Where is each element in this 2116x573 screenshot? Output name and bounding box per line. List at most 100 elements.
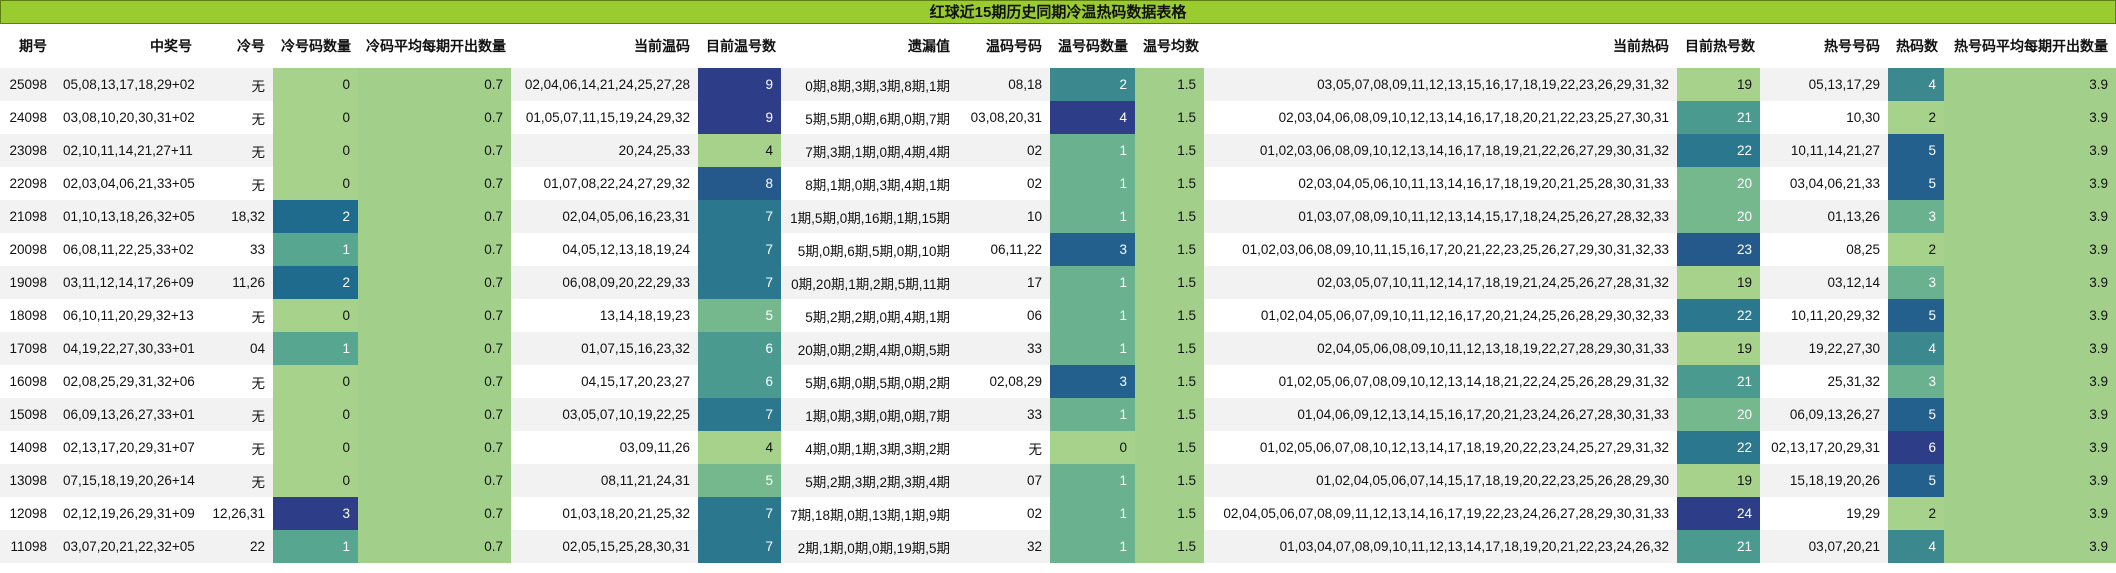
cell-warm-count: 5 [698, 299, 781, 332]
cell-current-hot: 02,03,04,05,06,10,11,13,14,16,17,18,19,2… [1204, 167, 1677, 200]
cell-hot-number-count: 4 [1888, 332, 1944, 365]
cell-period: 18098 [0, 299, 55, 332]
cell-hot-numbers: 19,22,27,30 [1760, 332, 1888, 365]
cell-cold-avg: 0.7 [358, 332, 511, 365]
cell-warm-avg: 1.5 [1135, 266, 1204, 299]
cell-winning-numbers: 02,13,17,20,29,31+07 [55, 431, 200, 464]
cell-cold-numbers: 无 [200, 398, 273, 431]
cell-cold-count: 2 [273, 266, 358, 299]
cell-warm-avg: 1.5 [1135, 134, 1204, 167]
cell-omission: 4期,0期,1期,3期,3期,2期 [781, 431, 958, 464]
cell-current-hot: 02,03,05,07,10,11,12,14,17,18,19,21,24,2… [1204, 266, 1677, 299]
cell-hot-count: 20 [1677, 167, 1760, 200]
header-col-cold-avg: 冷码平均每期开出数量 [358, 24, 511, 68]
cell-current-warm: 13,14,18,19,23 [511, 299, 698, 332]
cell-hot-avg: 3.9 [1944, 431, 2116, 464]
cell-omission: 5期,6期,0期,5期,0期,2期 [781, 365, 958, 398]
cell-winning-numbers: 04,19,22,27,30,33+01 [55, 332, 200, 365]
cell-warm-count: 4 [698, 431, 781, 464]
cell-omission: 7期,18期,0期,13期,1期,9期 [781, 497, 958, 530]
cell-hot-avg: 3.9 [1944, 101, 2116, 134]
cell-cold-avg: 0.7 [358, 200, 511, 233]
cell-cold-numbers: 无 [200, 431, 273, 464]
cell-current-warm: 03,05,07,10,19,22,25 [511, 398, 698, 431]
cell-current-hot: 02,04,05,06,07,08,09,11,12,13,14,16,17,1… [1204, 497, 1677, 530]
cell-hot-count: 21 [1677, 530, 1760, 563]
cell-warm-number-count: 1 [1050, 266, 1135, 299]
header-col-warm-number-count: 温号码数量 [1050, 24, 1135, 68]
cell-cold-numbers: 无 [200, 68, 273, 101]
cell-current-hot: 02,04,05,06,08,09,10,11,12,13,18,19,22,2… [1204, 332, 1677, 365]
cell-current-hot: 03,05,07,08,09,11,12,13,15,16,17,18,19,2… [1204, 68, 1677, 101]
cell-hot-numbers: 25,31,32 [1760, 365, 1888, 398]
cell-warm-avg: 1.5 [1135, 398, 1204, 431]
cell-warm-count: 7 [698, 398, 781, 431]
cell-period: 20098 [0, 233, 55, 266]
cell-current-warm: 03,09,11,26 [511, 431, 698, 464]
cell-period: 22098 [0, 167, 55, 200]
table-row: 14098 02,13,17,20,29,31+07 无 0 0.7 03,09,11,2… [0, 431, 2116, 464]
cell-omission: 0期,20期,1期,2期,5期,11期 [781, 266, 958, 299]
cell-winning-numbers: 02,08,25,29,31,32+06 [55, 365, 200, 398]
cell-winning-numbers: 06,09,13,26,27,33+01 [55, 398, 200, 431]
table-row: 18098 06,10,11,20,29,32+13 无 0 0.7 13,14,18,1… [0, 299, 2116, 332]
table-row: 20098 06,08,11,22,25,33+02 33 1 0.7 04,05,12,… [0, 233, 2116, 266]
cell-cold-avg: 0.7 [358, 101, 511, 134]
cell-warm-count: 7 [698, 200, 781, 233]
cell-warm-count: 9 [698, 101, 781, 134]
cell-hot-avg: 3.9 [1944, 200, 2116, 233]
cell-cold-count: 0 [273, 68, 358, 101]
header-col-cold-count: 冷号码数量 [273, 24, 358, 68]
table-row: 24098 03,08,10,20,30,31+02 无 0 0.7 01,05,07,1… [0, 101, 2116, 134]
cell-period: 16098 [0, 365, 55, 398]
cell-winning-numbers: 07,15,18,19,20,26+14 [55, 464, 200, 497]
cell-cold-numbers: 无 [200, 464, 273, 497]
cell-cold-avg: 0.7 [358, 167, 511, 200]
cell-cold-numbers: 无 [200, 167, 273, 200]
cell-warm-number-count: 1 [1050, 299, 1135, 332]
cell-cold-count: 1 [273, 530, 358, 563]
cell-omission: 7期,3期,1期,0期,4期,4期 [781, 134, 958, 167]
header-col-current-warm: 当前温码 [511, 24, 698, 68]
table-row: 12098 02,12,19,26,29,31+09 12,26,31 3 0.7 01,… [0, 497, 2116, 530]
cell-cold-numbers: 33 [200, 233, 273, 266]
spreadsheet: 红球近15期历史同期冷温热码数据表格 期号 中奖号 冷号 冷号码数量 冷码平均每期开出数… [0, 0, 2116, 563]
cell-warm-number-count: 1 [1050, 464, 1135, 497]
cell-current-hot: 01,02,05,06,07,08,09,10,12,13,14,18,21,2… [1204, 365, 1677, 398]
cell-omission: 1期,5期,0期,16期,1期,15期 [781, 200, 958, 233]
cell-warm-avg: 1.5 [1135, 101, 1204, 134]
cell-omission: 8期,1期,0期,3期,4期,1期 [781, 167, 958, 200]
cell-cold-count: 0 [273, 167, 358, 200]
cell-cold-count: 0 [273, 299, 358, 332]
cell-warm-numbers: 08,18 [958, 68, 1050, 101]
cell-omission: 2期,1期,0期,0期,19期,5期 [781, 530, 958, 563]
cell-hot-numbers: 10,11,14,21,27 [1760, 134, 1888, 167]
header-col-current-hot: 当前热码 [1204, 24, 1677, 68]
cell-hot-number-count: 5 [1888, 464, 1944, 497]
cell-hot-numbers: 03,12,14 [1760, 266, 1888, 299]
cell-hot-number-count: 5 [1888, 299, 1944, 332]
cell-cold-avg: 0.7 [358, 530, 511, 563]
cell-warm-avg: 1.5 [1135, 431, 1204, 464]
header-row: 期号 中奖号 冷号 冷号码数量 冷码平均每期开出数量 当前温码 目前温号数 遗漏值 温码号码 温号… [0, 24, 2116, 68]
cell-cold-count: 3 [273, 497, 358, 530]
cell-hot-number-count: 5 [1888, 167, 1944, 200]
cell-current-warm: 20,24,25,33 [511, 134, 698, 167]
cell-cold-numbers: 18,32 [200, 200, 273, 233]
cell-winning-numbers: 05,08,13,17,18,29+02 [55, 68, 200, 101]
cell-hot-numbers: 08,25 [1760, 233, 1888, 266]
cell-cold-count: 2 [273, 200, 358, 233]
cell-hot-number-count: 2 [1888, 497, 1944, 530]
table-row: 22098 02,03,04,06,21,33+05 无 0 0.7 01,07,08,2… [0, 167, 2116, 200]
table-row: 11098 03,07,20,21,22,32+05 22 1 0.7 02,05,15,… [0, 530, 2116, 563]
cell-current-hot: 01,02,03,06,08,09,10,12,13,14,16,17,18,1… [1204, 134, 1677, 167]
cell-hot-count: 19 [1677, 332, 1760, 365]
cell-period: 15098 [0, 398, 55, 431]
cell-warm-numbers: 06 [958, 299, 1050, 332]
cell-period: 17098 [0, 332, 55, 365]
cell-hot-avg: 3.9 [1944, 266, 2116, 299]
cell-warm-count: 5 [698, 464, 781, 497]
cell-hot-number-count: 5 [1888, 398, 1944, 431]
cell-hot-numbers: 10,30 [1760, 101, 1888, 134]
cell-warm-numbers: 10 [958, 200, 1050, 233]
